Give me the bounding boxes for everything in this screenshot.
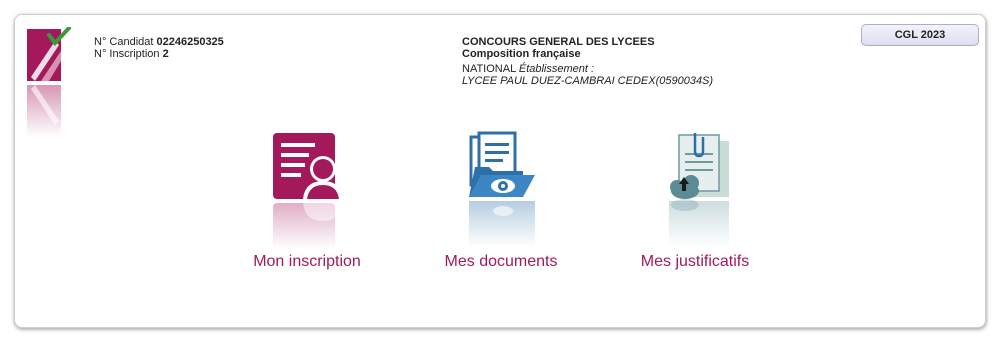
tile-mes-justificatifs[interactable]: Mes justificatifs: [605, 131, 785, 271]
main-card: N° Candidat 02246250325 N° Inscription 2…: [14, 14, 986, 328]
inscription-number-label: N° Inscription: [94, 48, 160, 60]
tile-label[interactable]: Mes documents: [411, 253, 591, 271]
tile-mon-inscription[interactable]: Mon inscription: [217, 131, 397, 271]
session-badge: CGL 2023: [861, 24, 979, 46]
inscription-icon: [273, 133, 343, 249]
concours-level-row: NATIONAL Établissement :: [462, 63, 713, 75]
etablissement-name: LYCEE PAUL DUEZ-CAMBRAI CEDEX(0590034S): [462, 75, 714, 87]
concours-title: CONCOURS GENERAL DES LYCEES: [462, 36, 655, 48]
etablissement-label: Établissement :: [518, 63, 595, 75]
concours-info: CONCOURS GENERAL DES LYCEES Composition …: [462, 36, 713, 87]
candidate-info: N° Candidat 02246250325 N° Inscription 2: [94, 36, 224, 60]
concours-subject: Composition française: [462, 48, 581, 60]
documents-icon: [469, 131, 535, 247]
justificatifs-icon: [669, 133, 729, 247]
concours-level: NATIONAL: [462, 63, 516, 75]
tile-mes-documents[interactable]: Mes documents: [411, 131, 591, 271]
candidate-number-row: N° Candidat 02246250325: [94, 36, 224, 48]
tile-label[interactable]: Mes justificatifs: [605, 253, 785, 271]
candidate-number: 02246250325: [156, 36, 224, 48]
tile-label[interactable]: Mon inscription: [217, 253, 397, 271]
inscription-number: 2: [162, 48, 169, 60]
cgl-logo-icon: [27, 27, 71, 137]
concours-etablissement-row: LYCEE PAUL DUEZ-CAMBRAI CEDEX(0590034S): [462, 75, 713, 87]
candidate-number-label: N° Candidat: [94, 36, 154, 48]
inscription-number-row: N° Inscription 2: [94, 48, 224, 60]
